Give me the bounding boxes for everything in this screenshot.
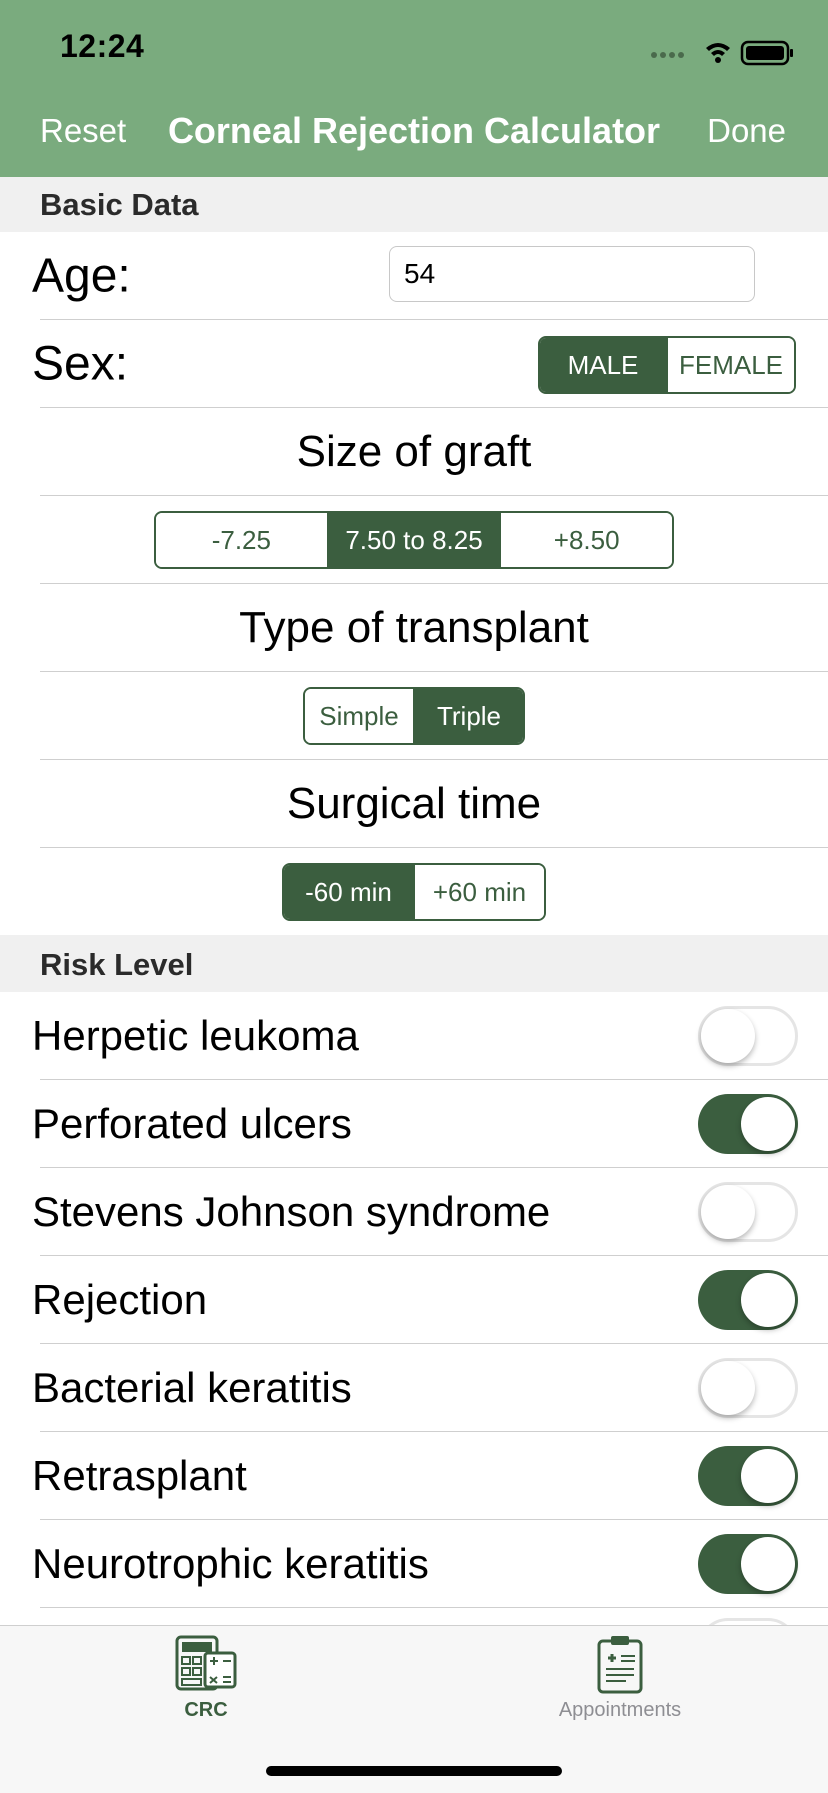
sex-option-male[interactable]: MALE bbox=[540, 338, 666, 392]
graft-size-segmented-control: -7.25 7.50 to 8.25 +8.50 bbox=[154, 511, 674, 569]
transplant-type-title: Type of transplant bbox=[239, 603, 589, 652]
graft-size-options-row: -7.25 7.50 to 8.25 +8.50 bbox=[0, 496, 828, 584]
status-time: 12:24 bbox=[60, 28, 145, 64]
surgical-time-segmented-control: -60 min +60 min bbox=[282, 863, 546, 921]
graft-size-option-small[interactable]: -7.25 bbox=[156, 513, 327, 567]
clipboard-icon bbox=[597, 1636, 643, 1694]
toggle-knob bbox=[741, 1449, 795, 1503]
risk-label: Stevens Johnson syndrome bbox=[32, 1188, 551, 1235]
navigation-bar: 12:24 Reset Corneal Rejection Calculator… bbox=[0, 0, 828, 177]
surgical-time-title-row: Surgical time bbox=[0, 760, 828, 848]
toggle-knob bbox=[701, 1009, 755, 1063]
battery-icon bbox=[740, 40, 793, 66]
sex-segmented-control: MALE FEMALE bbox=[538, 336, 796, 394]
toggle-knob bbox=[741, 1273, 795, 1327]
graft-size-option-large[interactable]: +8.50 bbox=[499, 513, 672, 567]
wifi-icon bbox=[706, 43, 730, 63]
toggle-knob bbox=[701, 1185, 755, 1239]
tab-label: Appointments bbox=[558, 1699, 682, 1721]
risk-label: Perforated ulcers bbox=[32, 1100, 352, 1147]
risk-row-neurotrophic-keratitis: Neurotrophic keratitis bbox=[0, 1520, 828, 1608]
herpetic-leukoma-toggle[interactable] bbox=[698, 1006, 798, 1066]
sex-option-female[interactable]: FEMALE bbox=[666, 338, 794, 392]
section-title: Risk Level bbox=[40, 947, 194, 982]
section-header-basic-data: Basic Data bbox=[0, 177, 828, 232]
toggle-knob bbox=[701, 1361, 755, 1415]
toggle-knob bbox=[741, 1537, 795, 1591]
sex-label: Sex: bbox=[32, 337, 129, 391]
risk-row-stevens-johnson: Stevens Johnson syndrome bbox=[0, 1168, 828, 1256]
risk-row-rejection: Rejection bbox=[0, 1256, 828, 1344]
retrasplant-toggle[interactable] bbox=[698, 1446, 798, 1506]
stevens-johnson-toggle[interactable] bbox=[698, 1182, 798, 1242]
row-divider bbox=[40, 1607, 828, 1608]
graft-size-option-medium[interactable]: 7.50 to 8.25 bbox=[326, 513, 500, 567]
risk-row-bacterial-keratitis: Bacterial keratitis bbox=[0, 1344, 828, 1432]
age-label: Age: bbox=[32, 249, 131, 303]
status-icons bbox=[651, 40, 793, 66]
done-button[interactable]: Done bbox=[707, 112, 786, 150]
perforated-ulcers-toggle[interactable] bbox=[698, 1094, 798, 1154]
transplant-type-option-triple[interactable]: Triple bbox=[413, 689, 523, 743]
risk-row-perforated-ulcers: Perforated ulcers bbox=[0, 1080, 828, 1168]
home-indicator bbox=[266, 1766, 562, 1776]
section-header-risk-level: Risk Level bbox=[0, 935, 828, 992]
neurotrophic-keratitis-toggle[interactable] bbox=[698, 1534, 798, 1594]
toggle-knob bbox=[741, 1097, 795, 1151]
surgical-time-option-under-60[interactable]: -60 min bbox=[284, 865, 413, 919]
bacterial-keratitis-toggle[interactable] bbox=[698, 1358, 798, 1418]
tab-label: CRC bbox=[184, 1699, 228, 1721]
age-input[interactable] bbox=[389, 246, 755, 302]
transplant-type-segmented-control: Simple Triple bbox=[303, 687, 525, 745]
calculator-icon bbox=[175, 1635, 237, 1691]
tab-crc[interactable]: CRC bbox=[76, 1626, 336, 1746]
surgical-time-options-row: -60 min +60 min bbox=[0, 848, 828, 935]
risk-row-herpetic-leukoma: Herpetic leukoma bbox=[0, 992, 828, 1080]
risk-label: Bacterial keratitis bbox=[32, 1364, 352, 1411]
risk-label: Herpetic leukoma bbox=[32, 1012, 359, 1059]
transplant-type-option-simple[interactable]: Simple bbox=[305, 689, 413, 743]
graft-size-title: Size of graft bbox=[296, 427, 532, 476]
risk-label: Neurotrophic keratitis bbox=[32, 1540, 429, 1587]
risk-row-retrasplant: Retrasplant bbox=[0, 1432, 828, 1520]
graft-size-title-row: Size of graft bbox=[0, 408, 828, 496]
age-row: Age: bbox=[0, 232, 828, 320]
tab-appointments[interactable]: Appointments bbox=[490, 1626, 750, 1746]
page-title: Corneal Rejection Calculator bbox=[167, 110, 661, 151]
transplant-type-title-row: Type of transplant bbox=[0, 584, 828, 672]
sex-row: Sex: MALE FEMALE bbox=[0, 320, 828, 408]
cellular-signal-icon bbox=[651, 52, 684, 58]
surgical-time-option-over-60[interactable]: +60 min bbox=[413, 865, 544, 919]
risk-label: Rejection bbox=[32, 1276, 208, 1323]
rejection-toggle[interactable] bbox=[698, 1270, 798, 1330]
risk-label: Retrasplant bbox=[32, 1452, 247, 1499]
surgical-time-title: Surgical time bbox=[286, 779, 542, 828]
transplant-type-options-row: Simple Triple bbox=[0, 672, 828, 760]
section-title: Basic Data bbox=[40, 187, 199, 222]
